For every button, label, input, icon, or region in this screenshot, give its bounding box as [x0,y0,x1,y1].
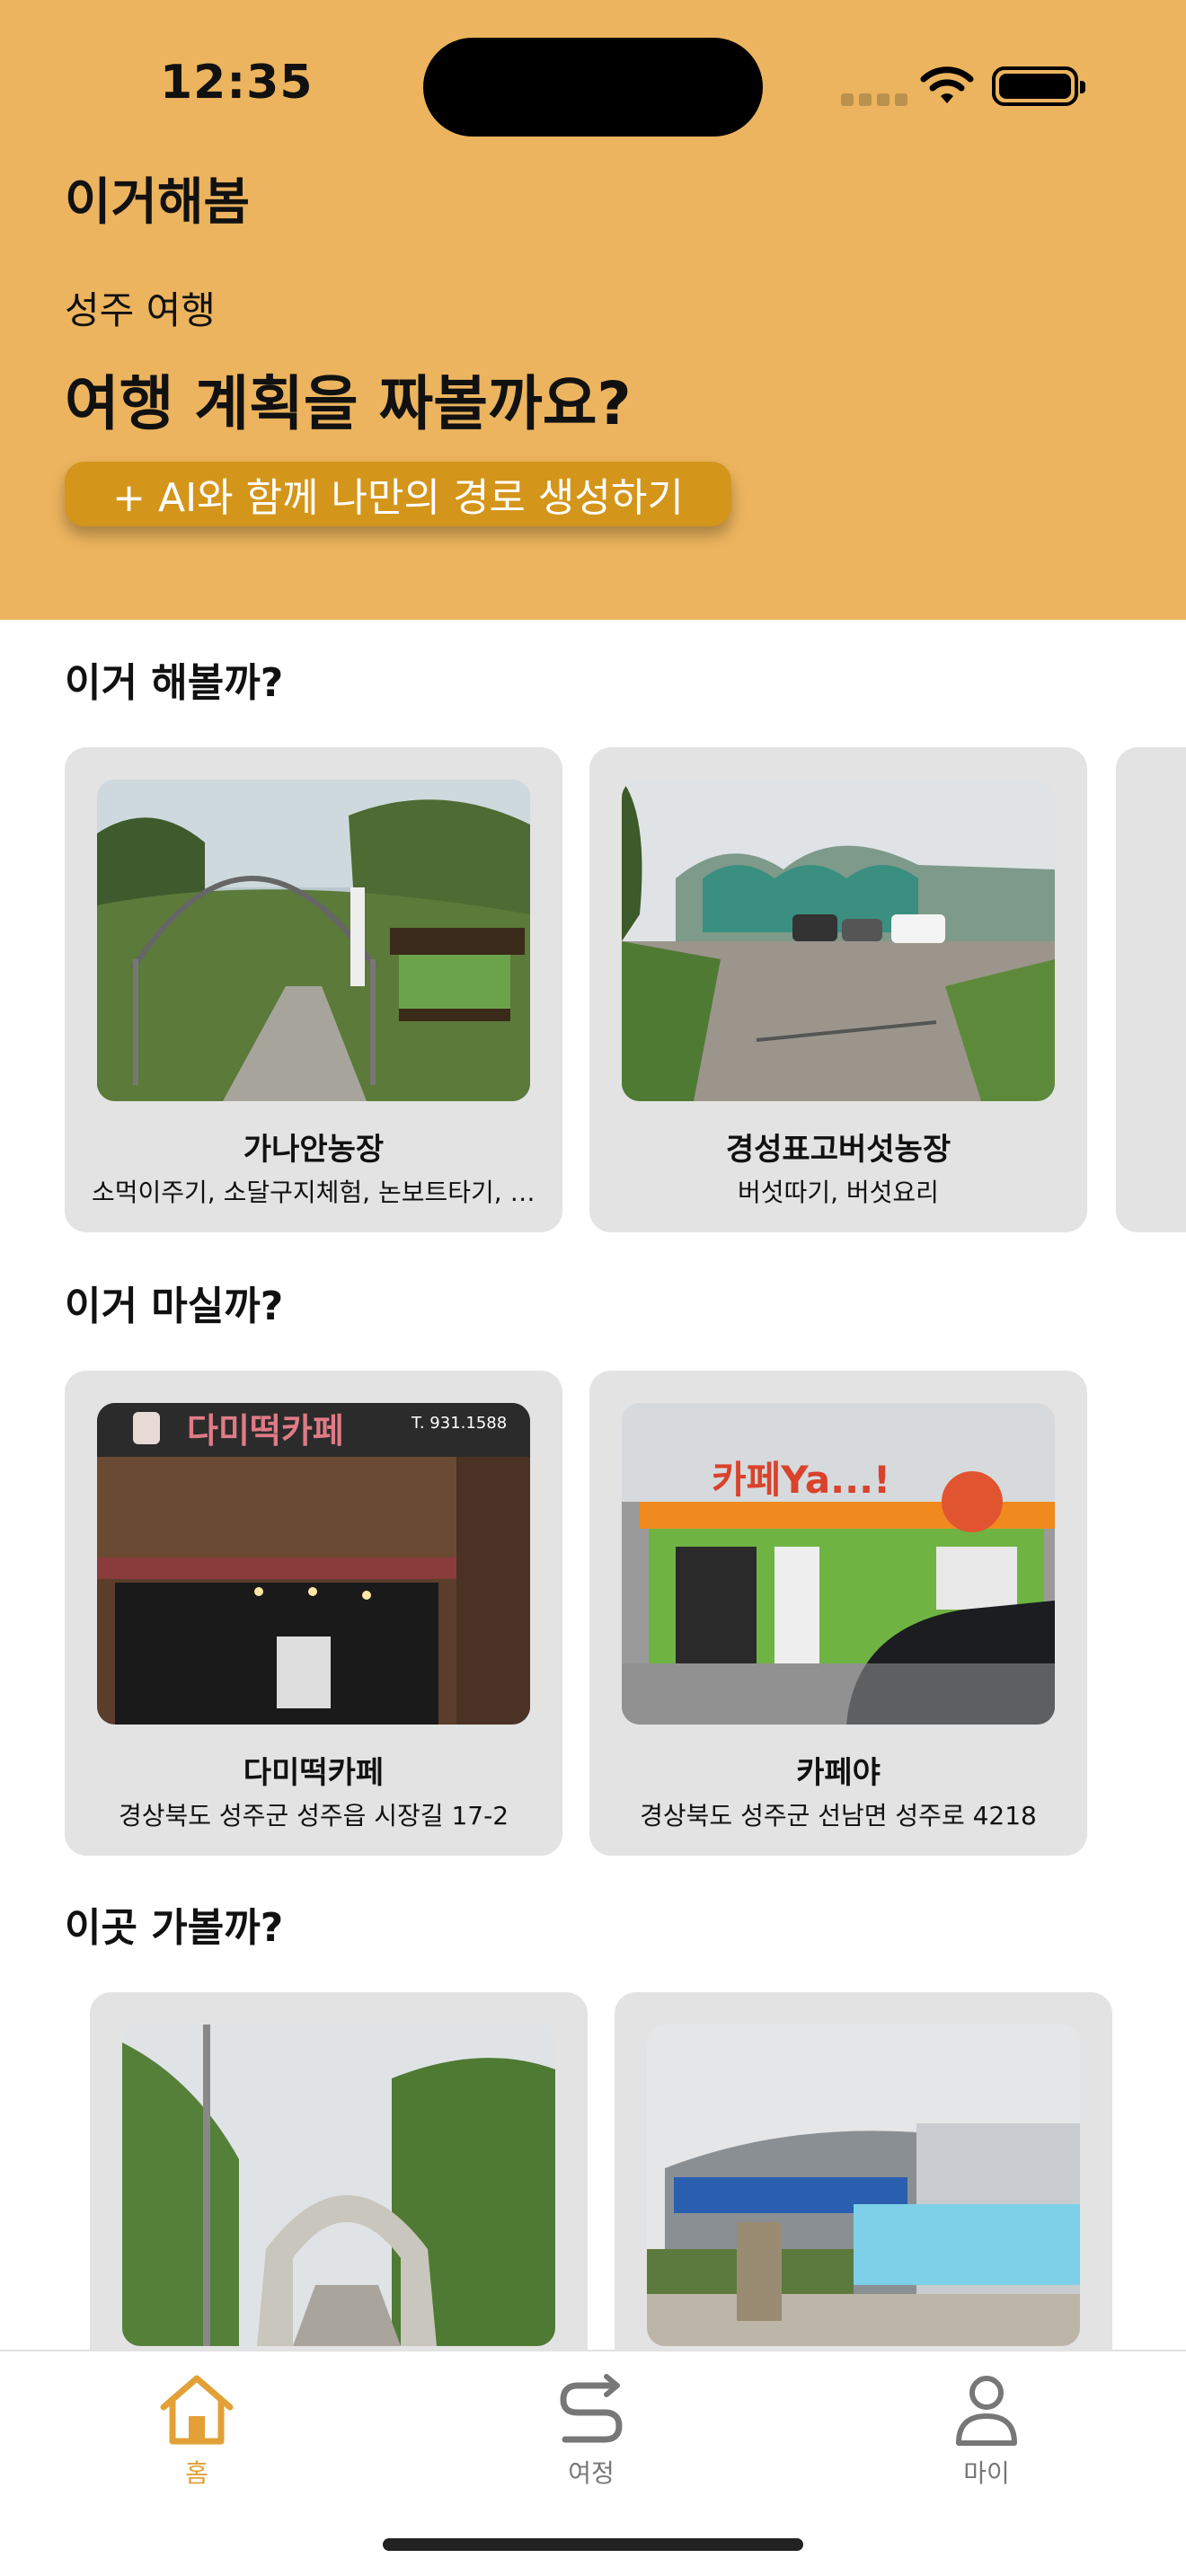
status-time: 12:35 [160,56,314,110]
tab-journey[interactable]: 여정 [501,2371,681,2506]
cafe-sign-text: 카페Ya...! [712,1458,890,1502]
home-icon [160,2375,234,2445]
tab-home[interactable]: 홈 [107,2371,287,2506]
cafe-card[interactable]: 다미떡카페 T. 931.1588 다미떡카페 경상북도 성주군 성주읍 시장길… [65,1371,562,1856]
header: 12:35 이거해봄 성주 여행 여행 계획을 짜볼까요? + AI와 함께 나… [0,0,1186,620]
tab-journey-label: 여정 [568,2458,615,2488]
tab-home-label: 홈 [185,2458,208,2488]
tab-my-label: 마이 [963,2458,1010,2488]
trip-subtitle: 성주 여행 [65,288,216,332]
cafes-row[interactable]: 다미떡카페 T. 931.1588 다미떡카페 경상북도 성주군 성주읍 시장길… [0,1371,1186,1856]
activities-row[interactable]: 가나안농장 소먹이주기, 소달구지체험, 논보트타기, 트랙터타기 경성표고버섯… [0,747,1186,1232]
next-card-peek[interactable] [1116,747,1186,1232]
cafe-sign-text: 다미떡카페 [187,1411,344,1451]
page-headline: 여행 계획을 짜볼까요? [65,369,632,438]
card-title: 다미떡카페 [243,1755,385,1791]
battery-icon [992,66,1085,106]
card-photo [647,2025,1080,2346]
card-photo [622,780,1055,1101]
cellular-signal-icon [841,93,907,106]
section-title-places: 이곳 가볼까? [65,1905,284,1951]
ai-route-button[interactable]: + AI와 함께 나만의 경로 생성하기 [65,462,731,526]
route-icon [560,2374,623,2443]
section-title-cafes: 이거 마실까? [65,1284,284,1329]
card-description: 경상북도 성주군 선남면 성주로 4218 [640,1801,1037,1831]
card-photo: 카페Ya...! [622,1403,1055,1725]
tab-my[interactable]: 마이 [897,2371,1076,2506]
activity-card[interactable]: 가나안농장 소먹이주기, 소달구지체험, 논보트타기, 트랙터타기 [65,747,562,1232]
card-photo: 다미떡카페 T. 931.1588 [97,1403,530,1725]
card-photo [122,2025,555,2346]
app-title: 이거해봄 [65,173,251,232]
cafe-phone-text: T. 931.1588 [411,1414,507,1433]
person-icon [956,2376,1017,2446]
wifi-icon [920,66,974,103]
card-description: 경상북도 성주군 성주읍 시장길 17-2 [118,1801,509,1831]
card-description: 버섯따기, 버섯요리 [738,1178,939,1207]
card-title: 가나안농장 [243,1132,385,1168]
dynamic-island [423,38,763,137]
card-title: 카페야 [796,1755,881,1791]
cafe-card[interactable]: 카페Ya...! 카페야 경상북도 성주군 선남면 성주로 4218 [589,1371,1087,1856]
section-title-activities: 이거 해볼까? [65,660,284,706]
home-indicator[interactable] [383,2538,803,2551]
card-title: 경성표고버섯농장 [725,1132,951,1168]
card-photo [97,780,530,1101]
activity-card[interactable]: 경성표고버섯농장 버섯따기, 버섯요리 [589,747,1087,1232]
card-description: 소먹이주기, 소달구지체험, 논보트타기, 트랙터타기 [92,1178,535,1207]
